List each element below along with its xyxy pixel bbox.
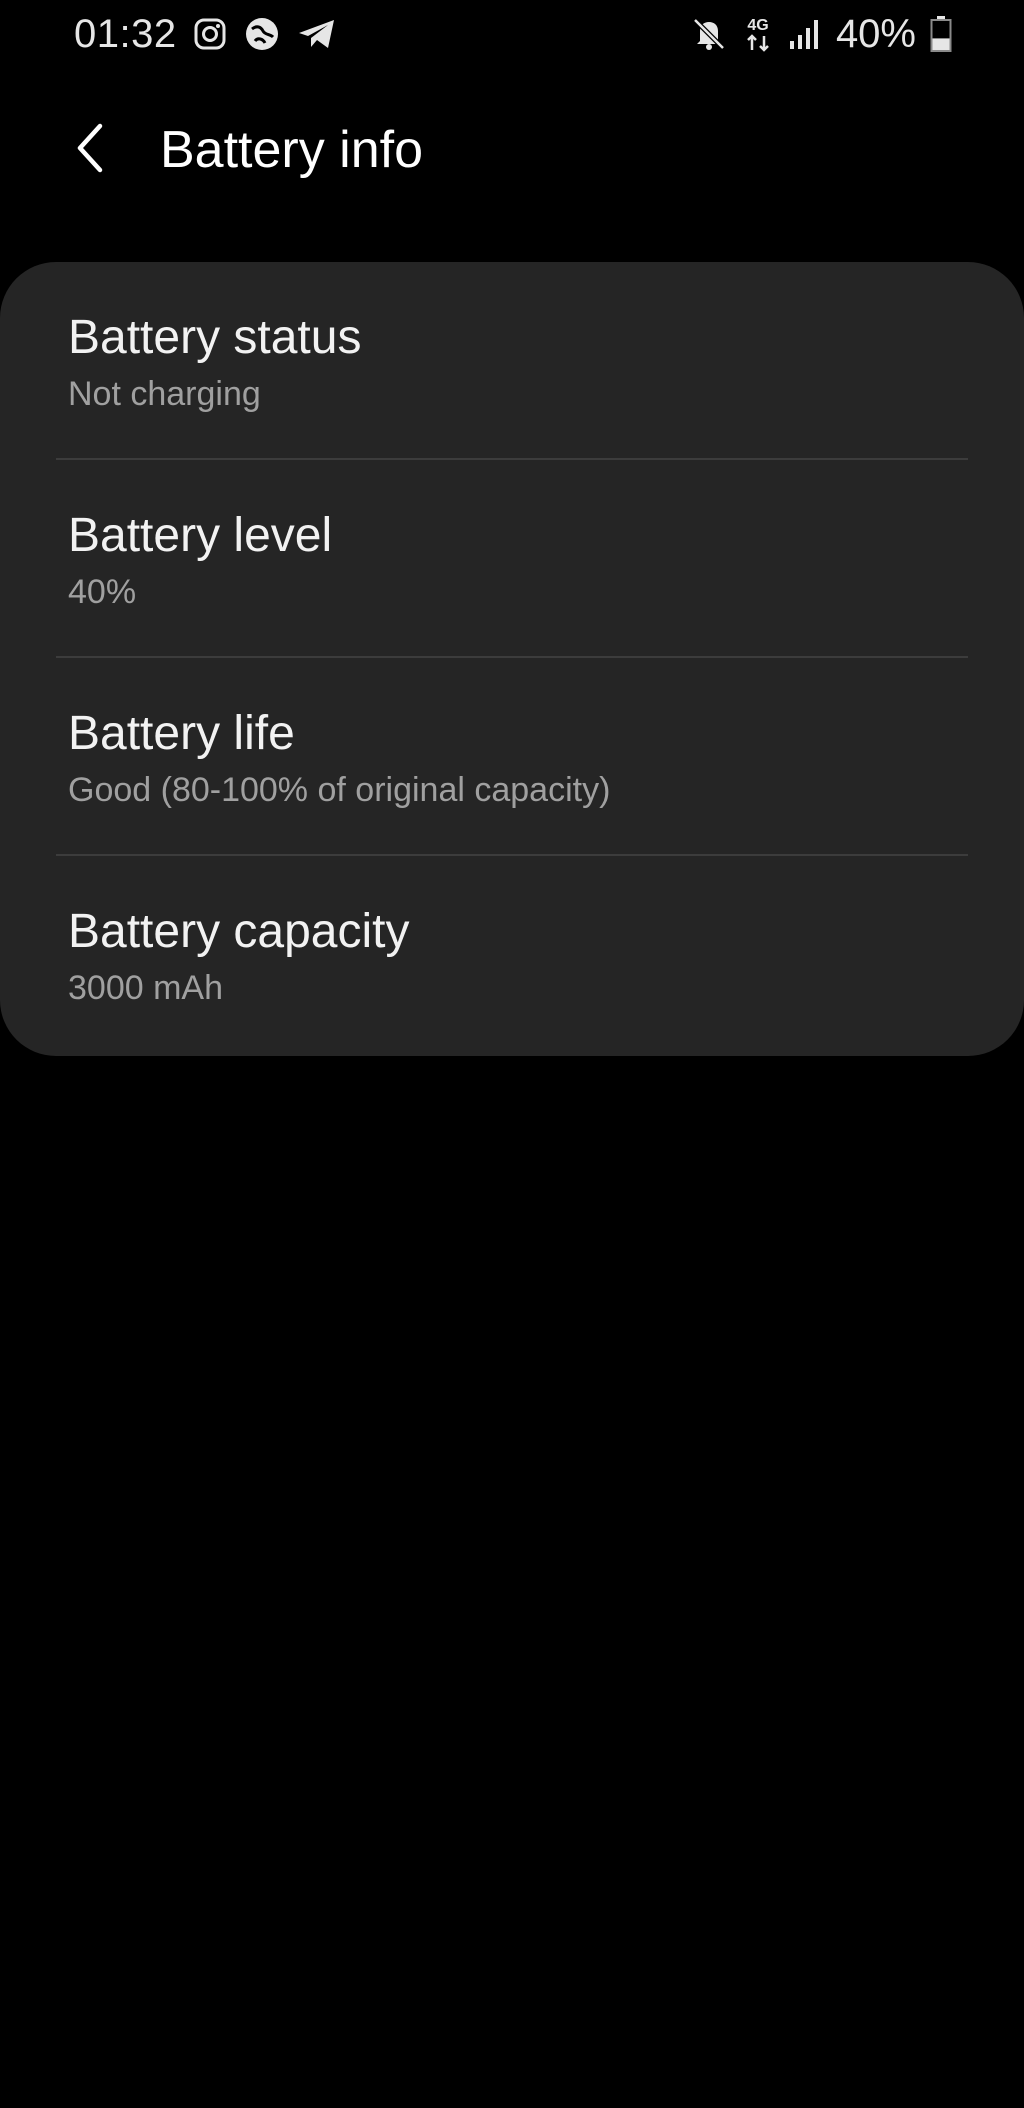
instagram-icon — [193, 17, 227, 51]
battery-icon — [930, 15, 952, 53]
row-value: 3000 mAh — [68, 969, 223, 1007]
status-time: 01:32 — [74, 11, 177, 56]
mute-icon — [690, 15, 728, 53]
status-left: 01:32 — [74, 8, 337, 60]
status-right: 4G 40% — [690, 8, 952, 60]
battery-level-row[interactable]: Battery level 40% — [0, 460, 1024, 658]
battery-status-row[interactable]: Battery status Not charging — [0, 262, 1024, 460]
app-bar: Battery info — [0, 100, 1024, 200]
row-title: Battery status — [68, 311, 362, 364]
row-title: Battery capacity — [68, 905, 410, 958]
battery-capacity-row[interactable]: Battery capacity 3000 mAh — [0, 856, 1024, 1054]
page-title: Battery info — [160, 121, 424, 179]
back-button[interactable] — [60, 120, 120, 180]
row-value: 40% — [68, 573, 137, 611]
row-value: Not charging — [68, 375, 261, 413]
battery-info-card: Battery status Not charging Battery leve… — [0, 262, 1024, 1056]
telegram-icon — [297, 17, 337, 51]
battery-life-row[interactable]: Battery life Good (80-100% of original c… — [0, 658, 1024, 856]
signal-icon — [788, 17, 822, 51]
4g-data-icon: 4G — [742, 14, 774, 54]
row-value: Good (80-100% of original capacity) — [68, 771, 611, 809]
battery-fill — [932, 38, 950, 50]
network-label: 4G — [747, 17, 768, 34]
status-bar: 01:32 4G 40% — [0, 0, 1024, 70]
row-title: Battery level — [68, 509, 333, 562]
row-title: Battery life — [68, 707, 295, 760]
chevron-left-icon — [72, 122, 108, 179]
vpn-globe-icon — [243, 15, 281, 53]
battery-percent: 40% — [835, 11, 916, 56]
